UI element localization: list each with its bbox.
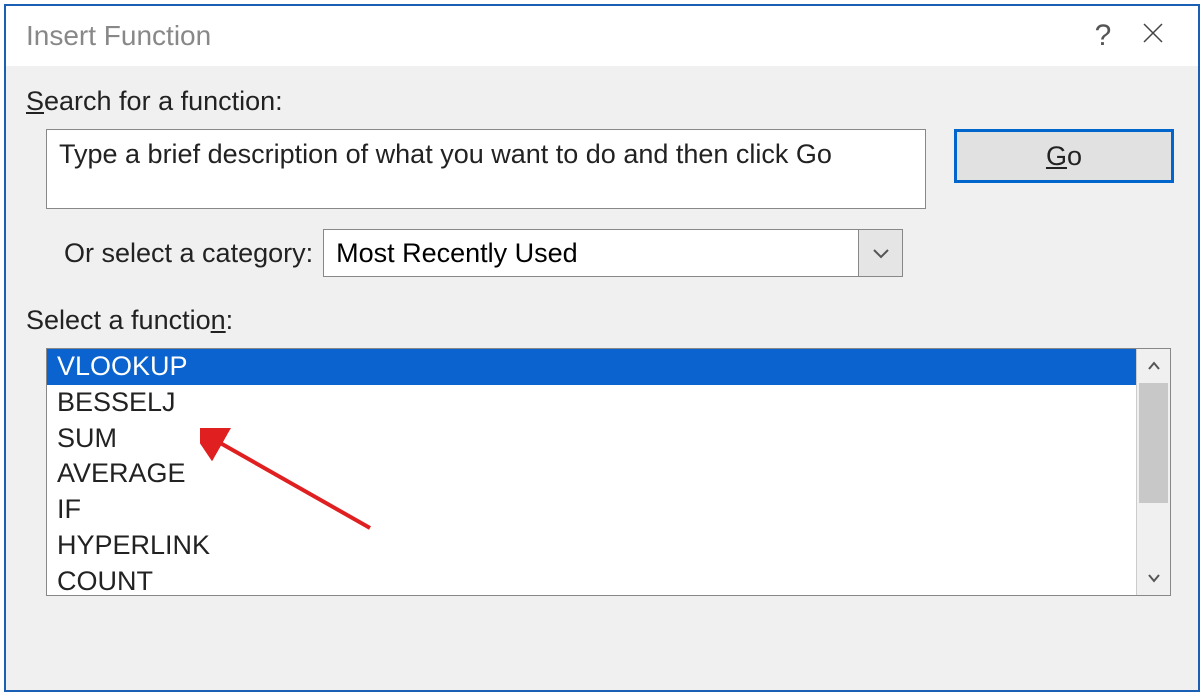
- chevron-down-icon[interactable]: [858, 230, 902, 276]
- dialog-content: Search for a function: Type a brief desc…: [6, 66, 1198, 690]
- close-icon[interactable]: [1128, 19, 1178, 53]
- list-item[interactable]: AVERAGE: [47, 456, 1136, 492]
- help-button[interactable]: ?: [1078, 19, 1128, 53]
- titlebar: Insert Function ?: [6, 6, 1198, 66]
- insert-function-dialog: Insert Function ? Search for a function:…: [4, 4, 1200, 692]
- list-item[interactable]: COUNT: [47, 564, 1136, 597]
- scroll-down-icon[interactable]: [1137, 561, 1170, 595]
- category-value: Most Recently Used: [324, 238, 858, 269]
- list-item[interactable]: VLOOKUP: [47, 349, 1136, 385]
- category-select[interactable]: Most Recently Used: [323, 229, 903, 277]
- go-button[interactable]: Go: [954, 129, 1174, 183]
- function-listbox[interactable]: VLOOKUPBESSELJSUMAVERAGEIFHYPERLINKCOUNT: [46, 348, 1171, 596]
- scroll-up-icon[interactable]: [1137, 349, 1170, 383]
- scroll-track[interactable]: [1137, 383, 1170, 561]
- scrollbar[interactable]: [1136, 349, 1170, 595]
- list-item[interactable]: SUM: [47, 421, 1136, 457]
- list-item[interactable]: HYPERLINK: [47, 528, 1136, 564]
- select-function-label: Select a function:: [26, 305, 1178, 336]
- category-label: Or select a category:: [64, 238, 313, 269]
- dialog-title: Insert Function: [26, 20, 211, 52]
- scroll-thumb[interactable]: [1139, 383, 1168, 503]
- search-label: Search for a function:: [26, 86, 1178, 117]
- list-item[interactable]: IF: [47, 492, 1136, 528]
- search-input[interactable]: Type a brief description of what you wan…: [46, 129, 926, 209]
- list-item[interactable]: BESSELJ: [47, 385, 1136, 421]
